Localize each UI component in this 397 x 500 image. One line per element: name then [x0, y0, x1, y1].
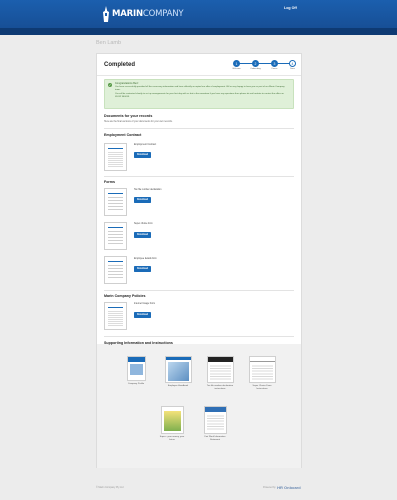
employment-contract-thumbnail[interactable] — [104, 143, 127, 171]
stepper-line — [238, 63, 291, 64]
page-title: Completed — [104, 62, 136, 68]
company-profile-tile[interactable]: Company Profile — [121, 356, 151, 386]
super-choice-instructions-thumbnail — [248, 356, 276, 383]
download-button[interactable]: Download — [134, 312, 151, 318]
copyright-text: © Marin Company Pty Ltd — [96, 486, 124, 489]
document-name: Tax file number declaration — [134, 189, 162, 191]
log-off-link[interactable]: Log Off — [284, 6, 297, 10]
check-icon: ✓ — [108, 83, 112, 87]
step-4: 4 — [289, 60, 296, 67]
success-alert: ✓ Congratulations Ben! You have successf… — [104, 79, 294, 109]
documents-heading: Documents for your records — [104, 114, 153, 118]
alert-message-contact: You will be contacted shortly to set up … — [115, 93, 284, 98]
logo-wordmark: MARINCOMPANY — [112, 8, 184, 19]
header-accent-band — [0, 28, 397, 35]
tile-label: Tax file number declaration instructions — [206, 385, 234, 390]
document-name: Employment Contract — [134, 144, 157, 146]
divider — [104, 290, 294, 291]
divider — [104, 176, 294, 177]
download-button[interactable]: Download — [134, 197, 151, 203]
documents-note: Here are the final versions of your docu… — [104, 121, 173, 123]
progress-stepper: 1 2 3 4 Welcome Onboarding Forms Done — [232, 59, 297, 73]
alert-heading: Congratulations Ben! — [115, 82, 139, 85]
step-3: 3 — [271, 60, 278, 67]
tower-icon — [101, 5, 111, 22]
super-your-money-tile[interactable]: Super - your money, your future — [157, 406, 187, 442]
step-4-label: Done — [290, 68, 295, 70]
divider — [104, 336, 294, 337]
document-name: Super choice form — [134, 223, 153, 225]
user-name: Ben Lamb — [96, 40, 122, 46]
company-logo[interactable]: MARINCOMPANY — [101, 5, 184, 22]
powered-by[interactable]: Powered by HR Onboard — [263, 485, 301, 490]
tax-file-instructions-tile[interactable]: Tax file number declaration instructions — [205, 356, 235, 391]
super-your-money-thumbnail — [160, 406, 184, 434]
download-button[interactable]: Download — [134, 266, 151, 272]
fair-work-statement-thumbnail — [203, 406, 227, 434]
powered-by-label: Powered by — [263, 486, 276, 489]
divider — [104, 128, 294, 129]
download-button[interactable]: Download — [134, 232, 151, 238]
employee-details-form-thumbnail[interactable] — [104, 256, 127, 284]
forms-heading: Forms — [104, 180, 115, 184]
tile-label: Company Profile — [127, 383, 145, 385]
employment-contract-heading: Employment Contract — [104, 133, 142, 137]
employee-handbook-thumbnail — [164, 356, 192, 383]
step-2: 2 — [252, 60, 259, 67]
download-button[interactable]: Download — [134, 152, 151, 158]
tile-label: Employee Handbook — [167, 385, 189, 387]
super-choice-form-thumbnail[interactable] — [104, 222, 127, 250]
step-1-label: Welcome — [232, 68, 241, 70]
hr-onboard-logo: HR Onboard — [277, 485, 301, 490]
internet-usage-form-thumbnail[interactable] — [104, 302, 127, 330]
tax-file-instructions-thumbnail — [206, 356, 234, 383]
tile-label: Super Choice Form Instructions — [252, 385, 272, 390]
document-name: Internet Usage Form — [134, 303, 156, 305]
alert-message: You have successfully provided all the n… — [115, 86, 285, 92]
title-divider — [97, 75, 301, 76]
company-profile-thumbnail — [126, 356, 146, 381]
policies-heading: Marin Company Policies — [104, 294, 146, 298]
tile-label: Fair Work Information Statement — [204, 436, 226, 441]
fair-work-statement-tile[interactable]: Fair Work Information Statement — [200, 406, 230, 442]
onboarding-card: Completed 1 2 3 4 Welcome Onboarding For… — [96, 53, 302, 468]
step-2-label: Onboarding — [250, 68, 261, 70]
step-3-label: Forms — [271, 68, 278, 70]
employee-handbook-tile[interactable]: Employee Handbook — [163, 356, 193, 388]
super-choice-instructions-tile[interactable]: Super Choice Form Instructions — [247, 356, 277, 391]
tile-label: Super - your money, your future — [159, 436, 185, 441]
document-name: Employee details form — [134, 258, 157, 260]
top-navigation-bar — [0, 0, 397, 28]
step-1: 1 — [233, 60, 240, 67]
tax-file-form-thumbnail[interactable] — [104, 188, 127, 216]
supporting-info-heading: Supporting Information and Instructions — [104, 341, 173, 345]
